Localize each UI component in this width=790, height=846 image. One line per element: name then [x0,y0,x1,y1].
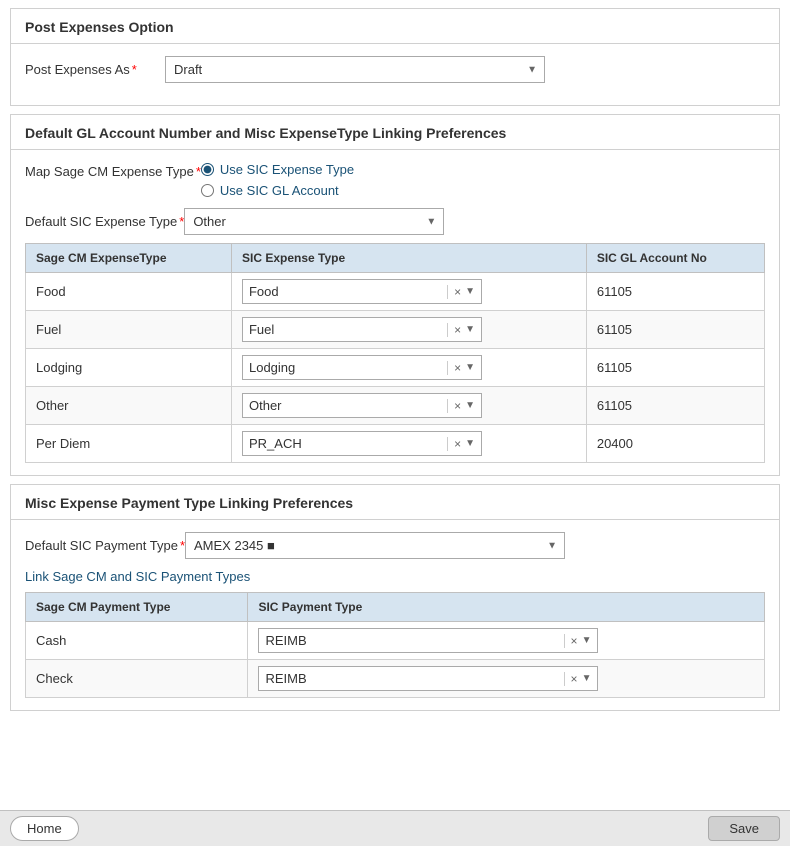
chevron-down-icon[interactable]: ▼ [463,286,477,297]
expense-sic-cell: Other ×▼ [231,387,586,425]
expense-gl-cell: 20400 [586,425,764,463]
payment-type-section: Misc Expense Payment Type Linking Prefer… [10,484,780,711]
expense-gl-cell: 61105 [586,387,764,425]
clear-icon[interactable]: × [452,399,463,413]
default-payment-label: Default SIC Payment Type* [25,538,185,553]
expense-table-row: Lodging Lodging ×▼ 61105 [26,349,765,387]
expense-sage-cm-cell: Food [26,273,232,311]
expense-sic-cell: Lodging ×▼ [231,349,586,387]
expense-sic-cell: PR_ACH ×▼ [231,425,586,463]
save-button[interactable]: Save [708,816,780,841]
expense-sic-select[interactable]: PR_ACH [243,432,447,455]
payment-sic-select[interactable]: REIMB [259,667,563,690]
clear-icon[interactable]: × [452,361,463,375]
col-sage-payment: Sage CM Payment Type [26,593,248,622]
chevron-down-icon[interactable]: ▼ [580,673,594,684]
default-sic-label: Default SIC Expense Type* [25,214,184,229]
payment-type-table: Sage CM Payment Type SIC Payment Type Ca… [25,592,765,698]
expense-sic-select-wrapper: Other ×▼ [242,393,482,418]
expense-type-table: Sage CM ExpenseType SIC Expense Type SIC… [25,243,765,463]
chevron-down-icon[interactable]: ▼ [463,400,477,411]
payment-table-row: Check REIMB ×▼ [26,660,765,698]
chevron-down-icon[interactable]: ▼ [580,635,594,646]
map-radio-group: Use SIC Expense Type Use SIC GL Account [201,162,354,198]
clear-icon[interactable]: × [569,672,580,686]
payment-sic-select-wrapper: REIMB ×▼ [258,628,598,653]
clear-icon[interactable]: × [452,323,463,337]
clear-icon[interactable]: × [452,285,463,299]
expense-sic-select-wrapper: Lodging ×▼ [242,355,482,380]
default-sic-select[interactable]: Other Food Fuel Lodging Per Diem [184,208,444,235]
radio-use-sic-expense[interactable]: Use SIC Expense Type [201,162,354,177]
expense-gl-cell: 61105 [586,349,764,387]
expense-sic-cell: Fuel ×▼ [231,311,586,349]
expense-gl-cell: 61105 [586,311,764,349]
col-sage-cm: Sage CM ExpenseType [26,244,232,273]
expense-table-row: Food Food ×▼ 61105 [26,273,765,311]
gl-account-title: Default GL Account Number and Misc Expen… [11,115,779,150]
post-as-select[interactable]: Draft Approved Posted [165,56,545,83]
expense-table-row: Other Other ×▼ 61105 [26,387,765,425]
payment-sic-cell: REIMB ×▼ [248,622,765,660]
payment-table-row: Cash REIMB ×▼ [26,622,765,660]
payment-sic-cell: REIMB ×▼ [248,660,765,698]
expense-sage-cm-cell: Fuel [26,311,232,349]
expense-sic-select-wrapper: PR_ACH ×▼ [242,431,482,456]
col-sic-payment: SIC Payment Type [248,593,765,622]
post-as-label: Post Expenses As* [25,62,165,77]
payment-sic-select-wrapper: REIMB ×▼ [258,666,598,691]
expense-sic-select-wrapper: Food ×▼ [242,279,482,304]
default-payment-select[interactable]: AMEX 2345 ■ Cash Check REIMB [185,532,565,559]
link-sage-cm-label: Link Sage CM and SIC Payment Types [25,569,765,584]
expense-sic-select[interactable]: Other [243,394,447,417]
post-expenses-section: Post Expenses Option Post Expenses As* D… [10,8,780,106]
home-button[interactable]: Home [10,816,79,841]
post-as-select-wrapper: Draft Approved Posted [165,56,545,83]
payment-type-title: Misc Expense Payment Type Linking Prefer… [11,485,779,520]
post-expenses-title: Post Expenses Option [11,9,779,44]
gl-account-section: Default GL Account Number and Misc Expen… [10,114,780,476]
payment-sic-select[interactable]: REIMB [259,629,563,652]
payment-sage-cm-cell: Check [26,660,248,698]
expense-table-row: Fuel Fuel ×▼ 61105 [26,311,765,349]
expense-gl-cell: 61105 [586,273,764,311]
radio-use-sic-gl[interactable]: Use SIC GL Account [201,183,354,198]
expense-sic-select-wrapper: Fuel ×▼ [242,317,482,342]
expense-sage-cm-cell: Lodging [26,349,232,387]
chevron-down-icon[interactable]: ▼ [463,324,477,335]
expense-sic-cell: Food ×▼ [231,273,586,311]
clear-icon[interactable]: × [569,634,580,648]
expense-sage-cm-cell: Per Diem [26,425,232,463]
chevron-down-icon[interactable]: ▼ [463,438,477,449]
default-sic-select-wrapper: Other Food Fuel Lodging Per Diem [184,208,444,235]
expense-sage-cm-cell: Other [26,387,232,425]
payment-sage-cm-cell: Cash [26,622,248,660]
default-payment-select-wrapper: AMEX 2345 ■ Cash Check REIMB [185,532,565,559]
map-sage-label: Map Sage CM Expense Type* [25,162,201,179]
chevron-down-icon[interactable]: ▼ [463,362,477,373]
col-sic-expense: SIC Expense Type [231,244,586,273]
col-sic-gl: SIC GL Account No [586,244,764,273]
expense-sic-select[interactable]: Food [243,280,447,303]
clear-icon[interactable]: × [452,437,463,451]
expense-sic-select[interactable]: Lodging [243,356,447,379]
footer: Home Save [0,810,790,846]
expense-sic-select[interactable]: Fuel [243,318,447,341]
expense-table-row: Per Diem PR_ACH ×▼ 20400 [26,425,765,463]
